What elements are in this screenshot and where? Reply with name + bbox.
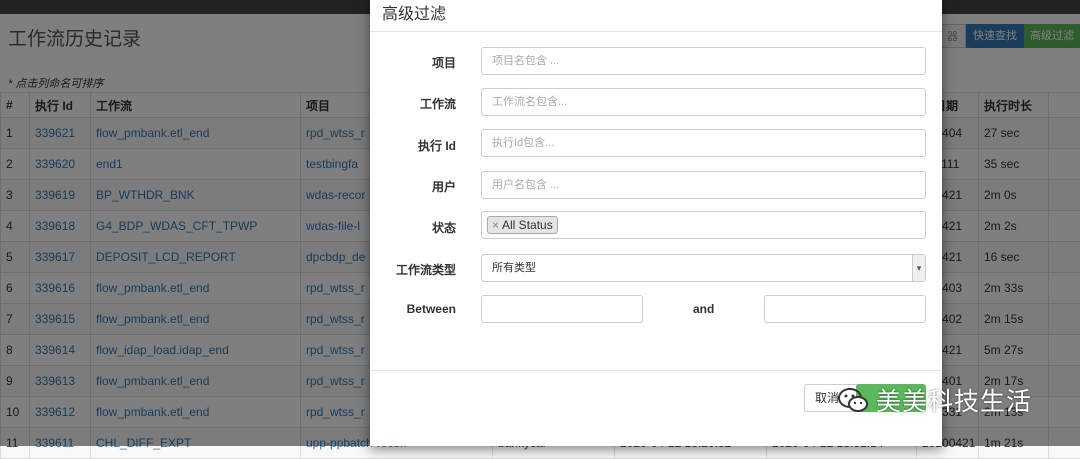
user-label: 用户 — [370, 178, 456, 195]
status-tag: ×All Status — [487, 216, 558, 234]
exec-id-label: 执行 Id — [370, 137, 456, 154]
project-input[interactable]: 项目名包含 ... — [481, 47, 926, 75]
flow-type-select[interactable]: 所有类型 ▾ — [481, 254, 926, 282]
flow-label: 工作流 — [370, 95, 456, 112]
status-label: 状态 — [370, 219, 456, 236]
modal-header-divider — [370, 31, 942, 32]
modal-footer-divider — [370, 370, 942, 371]
watermark-text: 美美科技生活 — [876, 382, 1032, 418]
between-end-input[interactable] — [764, 295, 926, 323]
modal-title: 高级过滤 — [382, 0, 446, 24]
flow-type-label: 工作流类型 — [370, 261, 456, 278]
user-input[interactable]: 用户名包含 ... — [481, 171, 926, 199]
and-label: and — [693, 302, 714, 316]
status-tag-label: All Status — [502, 218, 553, 232]
remove-tag-icon[interactable]: × — [492, 218, 499, 232]
status-multiselect[interactable]: ×All Status — [481, 211, 926, 239]
exec-id-input[interactable]: 执行Id包含... — [481, 129, 926, 157]
chevron-down-icon: ▾ — [912, 255, 925, 281]
between-label: Between — [370, 302, 456, 316]
watermark: 美美科技生活 — [836, 380, 1080, 420]
project-label: 项目 — [370, 54, 456, 71]
flow-type-value: 所有类型 — [492, 262, 536, 274]
flow-input[interactable]: 工作流名包含... — [481, 88, 926, 116]
wechat-icon — [836, 383, 870, 417]
between-start-input[interactable] — [481, 295, 643, 323]
